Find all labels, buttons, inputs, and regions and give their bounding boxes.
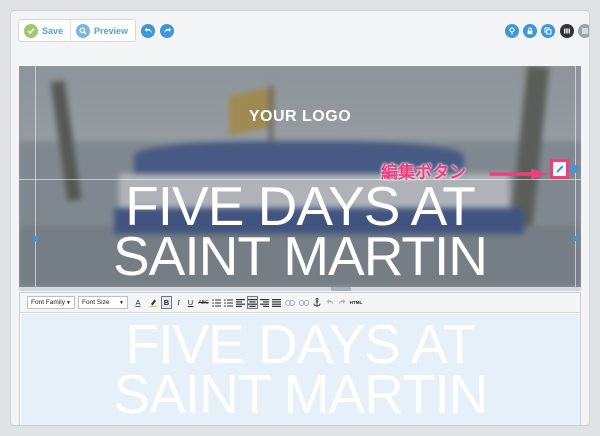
redo-icon[interactable] (160, 24, 174, 38)
italic-icon: I (177, 298, 180, 307)
chevron-down-icon: ▼ (119, 299, 124, 306)
unlink-icon (298, 299, 309, 306)
headline-line-2: SAINT MARTIN (112, 225, 488, 287)
undo-icon (326, 299, 333, 305)
unordered-list-button[interactable] (211, 296, 222, 309)
check-icon (24, 23, 38, 38)
logo-text[interactable]: YOUR LOGO (19, 108, 581, 126)
align-center-icon (248, 298, 257, 307)
lock-icon[interactable] (523, 24, 537, 38)
headline-line-1: FIVE DAYS AT (125, 175, 476, 237)
highlight-color-button[interactable] (146, 296, 160, 309)
highlighter-icon (149, 299, 157, 307)
strikethrough-icon: ABC (198, 299, 209, 306)
ordered-list-button[interactable] (223, 296, 234, 309)
top-toolbar: Save Preview (11, 11, 589, 51)
font-size-label: Font Size (82, 299, 110, 306)
editor-window: Save Preview YOUR LOGO FIVE DAYS AT SAIN… (10, 10, 590, 426)
trash-icon[interactable] (570, 165, 578, 173)
unlink-button[interactable] (297, 296, 310, 309)
format-toolbar: Font Family ▼ Font Size ▼ A B I U ABC HT… (20, 293, 580, 313)
anchor-button[interactable] (311, 296, 323, 309)
bold-icon: B (163, 298, 170, 307)
magnifier-icon (76, 23, 91, 38)
rich-text-editor: Font Family ▼ Font Size ▼ A B I U ABC HT… (19, 292, 581, 425)
annotation-label: 編集ボタン (381, 163, 466, 182)
grid-icon[interactable] (578, 24, 589, 38)
bullet-list-icon (212, 298, 221, 307)
italic-button[interactable]: I (173, 296, 184, 309)
redo-icon (338, 299, 345, 305)
columns-icon[interactable] (560, 24, 574, 38)
editor-content[interactable]: FIVE DAYS AT SAINT MARTIN (21, 314, 580, 425)
preview-label: Preview (94, 25, 129, 36)
preview-button[interactable]: Preview (70, 20, 135, 41)
map-pin-icon[interactable] (505, 24, 519, 38)
text-color-icon: A (135, 298, 141, 307)
html-icon: HTML (349, 300, 363, 305)
history-controls (141, 24, 174, 38)
element-tools (570, 165, 581, 173)
editor-line-1: FIVE DAYS AT (125, 314, 477, 375)
anchor-icon (313, 298, 321, 307)
chevron-down-icon: ▼ (66, 299, 71, 306)
numbered-list-icon (224, 298, 233, 307)
editor-undo-button[interactable] (324, 296, 335, 309)
editor-headline: FIVE DAYS AT SAINT MARTIN (21, 314, 580, 425)
pencil-icon (556, 165, 563, 173)
splitter-grip[interactable] (331, 287, 351, 291)
view-tools (560, 24, 589, 38)
settings-icon[interactable] (580, 165, 581, 173)
annotation-arrow-icon (489, 168, 547, 180)
save-label: Save (42, 25, 64, 36)
link-icon (284, 299, 295, 306)
copy-icon[interactable] (541, 24, 555, 38)
align-left-icon (236, 298, 245, 307)
font-family-label: Font Family (31, 299, 65, 306)
save-button[interactable]: Save (19, 20, 70, 41)
align-right-icon (260, 298, 269, 307)
text-color-button[interactable]: A (131, 296, 145, 309)
bold-button[interactable]: B (161, 296, 172, 309)
editor-line-2: SAINT MARTIN (113, 363, 488, 425)
align-center-button[interactable] (247, 296, 258, 309)
underline-button[interactable]: U (185, 296, 196, 309)
edit-button[interactable] (550, 159, 569, 179)
align-left-button[interactable] (235, 296, 246, 309)
save-preview-group: Save Preview (18, 19, 137, 42)
strikethrough-button[interactable]: ABC (197, 296, 210, 309)
link-button[interactable] (283, 296, 296, 309)
splitter[interactable] (19, 287, 581, 291)
justify-icon (272, 298, 281, 307)
font-family-select[interactable]: Font Family ▼ (27, 296, 75, 309)
font-size-select[interactable]: Font Size ▼ (78, 296, 128, 309)
hero-section[interactable]: YOUR LOGO FIVE DAYS AT SAINT MARTIN 編集ボタ… (19, 66, 581, 287)
html-button[interactable]: HTML (348, 296, 364, 309)
page-tools (505, 24, 555, 38)
align-right-button[interactable] (259, 296, 270, 309)
editor-redo-button[interactable] (336, 296, 347, 309)
headline[interactable]: FIVE DAYS AT SAINT MARTIN (19, 175, 581, 287)
underline-icon: U (187, 298, 194, 307)
justify-button[interactable] (271, 296, 282, 309)
undo-icon[interactable] (141, 24, 155, 38)
